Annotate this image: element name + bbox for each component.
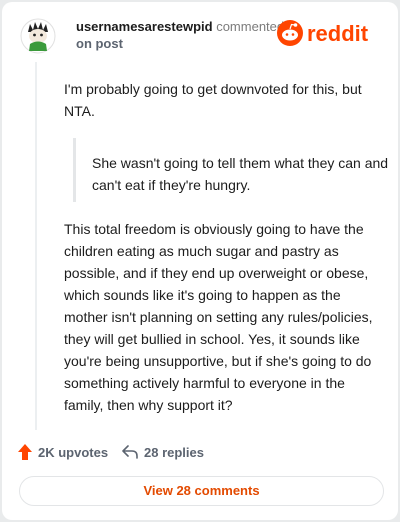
blockquote: She wasn't going to tell them what they … — [73, 138, 388, 202]
upvote-arrow-icon — [18, 444, 32, 460]
view-comments-button[interactable]: View 28 comments — [19, 476, 384, 506]
reply-button[interactable]: 28 replies — [122, 442, 204, 462]
username-link[interactable]: usernamesarestewpid — [76, 19, 213, 34]
commented-text: commented — [216, 19, 285, 34]
reddit-wordmark: reddit — [307, 21, 369, 46]
comment-intro: I'm probably going to get downvoted for … — [64, 81, 362, 119]
reddit-logo-icon: reddit — [277, 20, 369, 46]
upvote-count: 2K upvotes — [38, 444, 109, 460]
comment-actions: 2K upvotes 28 replies — [18, 442, 378, 462]
upvote-button[interactable]: 2K upvotes — [18, 442, 108, 462]
thread-line[interactable] — [35, 62, 37, 430]
reply-icon — [122, 445, 138, 459]
comment-header: usernamesarestewpid commented on post re… — [16, 14, 386, 54]
reply-count: 28 replies — [144, 444, 204, 460]
on-post-link[interactable]: on post — [76, 35, 284, 52]
avatar[interactable] — [20, 18, 56, 54]
quote-text: She wasn't going to tell them what they … — [92, 155, 389, 193]
comment-meta: usernamesarestewpid commented on post — [76, 18, 284, 52]
comment-card: usernamesarestewpid commented on post re… — [2, 2, 398, 520]
comment-body: This total freedom is obviously going to… — [64, 221, 373, 413]
